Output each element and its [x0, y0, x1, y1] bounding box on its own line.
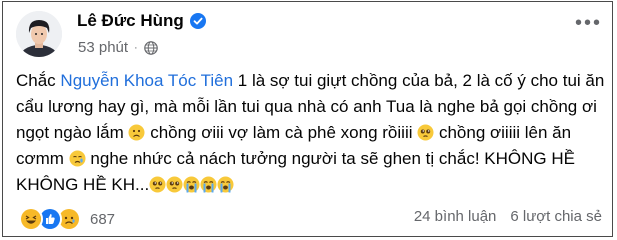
author-avatar[interactable]: [16, 11, 62, 57]
post-card: Lê Đức Hùng 53 phút · ••• Chắc Nguyễn Kh…: [2, 1, 613, 237]
crying-face-icon: [69, 149, 86, 167]
post-text: Chắc Nguyễn Khoa Tóc Tiên 1 là sợ tui gi…: [16, 68, 606, 198]
comments-count[interactable]: 24 bình luận: [414, 208, 497, 225]
post-stats: 24 bình luận 6 lượt chia sẻ: [414, 208, 602, 225]
shares-count[interactable]: 6 lượt chia sẻ: [510, 208, 602, 225]
author-row: Lê Đức Hùng: [77, 11, 206, 31]
reaction-count[interactable]: 687: [90, 211, 115, 228]
post-text-part: chồng ơiii vợ làm cà phê xong rồiiii: [145, 123, 418, 142]
haha-reaction-icon: [19, 207, 43, 231]
post-text-part: nghe nhức cả nách tưởng người ta sẽ ghen…: [16, 149, 575, 194]
more-options-icon[interactable]: •••: [575, 13, 602, 33]
mention-link[interactable]: Nguyễn Khoa Tóc Tiên: [60, 71, 233, 90]
globe-icon[interactable]: [143, 40, 158, 55]
loudly-crying-face-icon: [200, 175, 217, 193]
post-timestamp[interactable]: 53 phút: [78, 39, 128, 56]
worried-face-icon: [128, 123, 145, 141]
pleading-face-icon: [166, 175, 183, 193]
post-text-part: Chắc: [16, 71, 61, 90]
loudly-crying-face-icon: [217, 175, 234, 193]
meta-separator: ·: [134, 41, 138, 54]
post-meta: 53 phút ·: [78, 39, 158, 56]
verified-badge-icon: [189, 13, 206, 29]
avatar-image: [16, 11, 62, 57]
loudly-crying-face-icon: [183, 175, 200, 193]
author-name[interactable]: Lê Đức Hùng: [77, 11, 184, 31]
reactions-summary[interactable]: 687: [19, 207, 115, 231]
pleading-face-icon: [149, 175, 166, 193]
pleading-face-icon: [417, 123, 434, 141]
